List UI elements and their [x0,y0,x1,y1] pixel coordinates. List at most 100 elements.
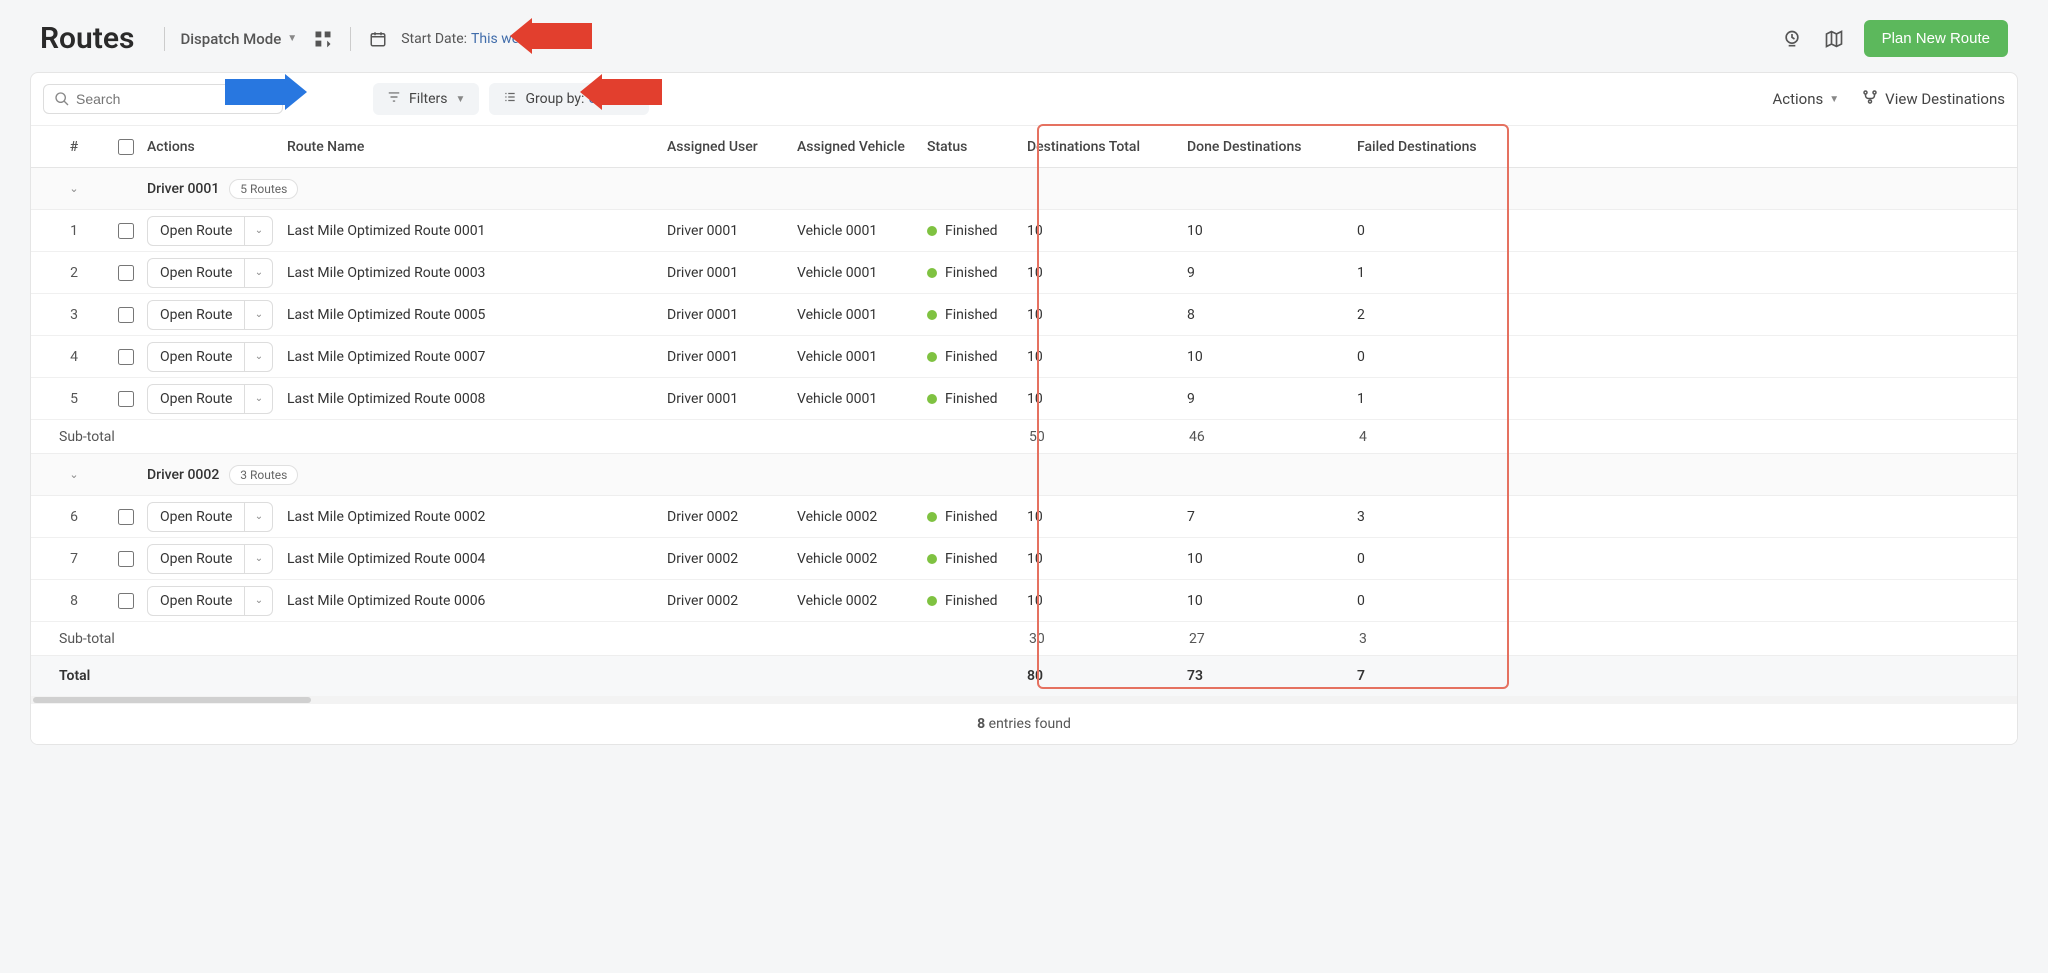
open-route-button[interactable]: Open Route ⌄ [147,342,273,372]
plan-new-route-button[interactable]: Plan New Route [1864,20,2008,57]
chevron-down-icon: ▼ [287,33,297,44]
status-dot-icon [927,596,937,606]
cell-dest-total: 10 [1027,265,1187,281]
filters-button[interactable]: Filters ▼ [373,83,479,115]
open-route-button[interactable]: Open Route ⌄ [147,384,273,414]
row-number: 1 [43,223,105,239]
chevron-down-icon[interactable]: ⌄ [69,468,78,481]
horizontal-scrollbar[interactable] [31,696,2017,704]
calendar-icon[interactable] [366,27,390,51]
status-badge: Finished [927,391,1027,407]
view-destinations-link[interactable]: View Destinations [1861,88,2005,110]
select-all-checkbox[interactable] [118,139,134,155]
group-name: Driver 0001 [147,181,219,197]
subtotal-done: 46 [1189,429,1359,445]
assigned-user: Driver 0002 [667,551,797,567]
chevron-down-icon[interactable]: ⌄ [244,301,272,329]
dispatch-mode-dropdown[interactable]: Dispatch Mode ▼ [180,30,297,48]
row-number: 7 [43,551,105,567]
col-assigned-vehicle: Assigned Vehicle [797,139,927,155]
chevron-down-icon[interactable]: ⌄ [244,545,272,573]
map-edit-icon[interactable] [311,27,335,51]
chevron-down-icon[interactable]: ⌄ [244,259,272,287]
open-route-button[interactable]: Open Route ⌄ [147,216,273,246]
open-route-button[interactable]: Open Route ⌄ [147,258,273,288]
subtotal-dest: 30 [1029,631,1189,647]
row-checkbox[interactable] [118,349,134,365]
cell-failed: 0 [1357,349,1517,365]
open-route-label: Open Route [148,223,244,239]
cell-dest-total: 10 [1027,307,1187,323]
actions-dropdown[interactable]: Actions ▼ [1772,90,1839,108]
chevron-down-icon[interactable]: ⌄ [244,587,272,615]
chevron-down-icon[interactable]: ⌄ [244,503,272,531]
search-input-wrapper[interactable] [43,84,283,114]
open-route-button[interactable]: Open Route ⌄ [147,544,273,574]
status-dot-icon [927,310,937,320]
row-number: 6 [43,509,105,525]
route-name: Last Mile Optimized Route 0001 [287,223,667,239]
open-route-button[interactable]: Open Route ⌄ [147,586,273,616]
cell-done: 10 [1187,349,1357,365]
separator [164,27,165,51]
search-icon [54,91,70,107]
table-row: 2 Open Route ⌄ Last Mile Optimized Route… [31,252,2017,294]
filters-label: Filters [409,91,448,107]
entries-count: 8 [977,716,985,732]
status-badge: Finished [927,265,1027,281]
scroll-thumb[interactable] [33,697,311,703]
chevron-down-icon[interactable]: ⌄ [244,217,272,245]
row-number: 8 [43,593,105,609]
status-dot-icon [927,268,937,278]
row-checkbox[interactable] [118,509,134,525]
row-checkbox[interactable] [118,307,134,323]
chevron-down-icon[interactable]: ⌄ [244,385,272,413]
routes-count-badge: 5 Routes [229,179,298,199]
start-date-dropdown[interactable]: Start Date: This week ▼ [401,31,549,47]
col-done: Done Destinations [1187,139,1357,155]
open-route-button[interactable]: Open Route ⌄ [147,300,273,330]
cell-failed: 3 [1357,509,1517,525]
open-route-label: Open Route [148,509,244,525]
cell-done: 9 [1187,265,1357,281]
subtotal-label: Sub-total [57,631,287,647]
cell-failed: 1 [1357,391,1517,407]
row-checkbox[interactable] [118,223,134,239]
table-row: 5 Open Route ⌄ Last Mile Optimized Route… [31,378,2017,420]
cell-failed: 0 [1357,223,1517,239]
chevron-down-icon[interactable]: ⌄ [244,343,272,371]
search-input[interactable] [76,91,272,107]
table-row: 8 Open Route ⌄ Last Mile Optimized Route… [31,580,2017,622]
cell-dest-total: 10 [1027,509,1187,525]
assigned-user: Driver 0002 [667,509,797,525]
open-route-label: Open Route [148,551,244,567]
page-title: Routes [40,21,134,56]
recent-icon[interactable] [1780,27,1804,51]
cell-dest-total: 10 [1027,223,1187,239]
status-dot-icon [927,394,937,404]
row-checkbox[interactable] [118,391,134,407]
status-badge: Finished [927,551,1027,567]
assigned-vehicle: Vehicle 0001 [797,223,927,239]
routes-count-badge: 3 Routes [229,465,298,485]
status-badge: Finished [927,509,1027,525]
row-checkbox[interactable] [118,551,134,567]
open-route-label: Open Route [148,391,244,407]
chevron-down-icon[interactable]: ⌄ [69,182,78,195]
cell-failed: 0 [1357,551,1517,567]
assigned-vehicle: Vehicle 0002 [797,509,927,525]
subtotal-failed: 4 [1359,429,1519,445]
row-checkbox[interactable] [118,593,134,609]
dispatch-mode-label: Dispatch Mode [180,30,281,48]
filter-icon [387,90,401,108]
route-name: Last Mile Optimized Route 0008 [287,391,667,407]
col-status: Status [927,139,1027,155]
view-destinations-label: View Destinations [1885,90,2005,108]
assigned-vehicle: Vehicle 0002 [797,593,927,609]
col-failed: Failed Destinations [1357,139,1517,155]
open-route-button[interactable]: Open Route ⌄ [147,502,273,532]
map-icon[interactable] [1822,27,1846,51]
status-dot-icon [927,352,937,362]
row-checkbox[interactable] [118,265,134,281]
group-by-button[interactable]: Group by: User ▼ [489,83,648,115]
